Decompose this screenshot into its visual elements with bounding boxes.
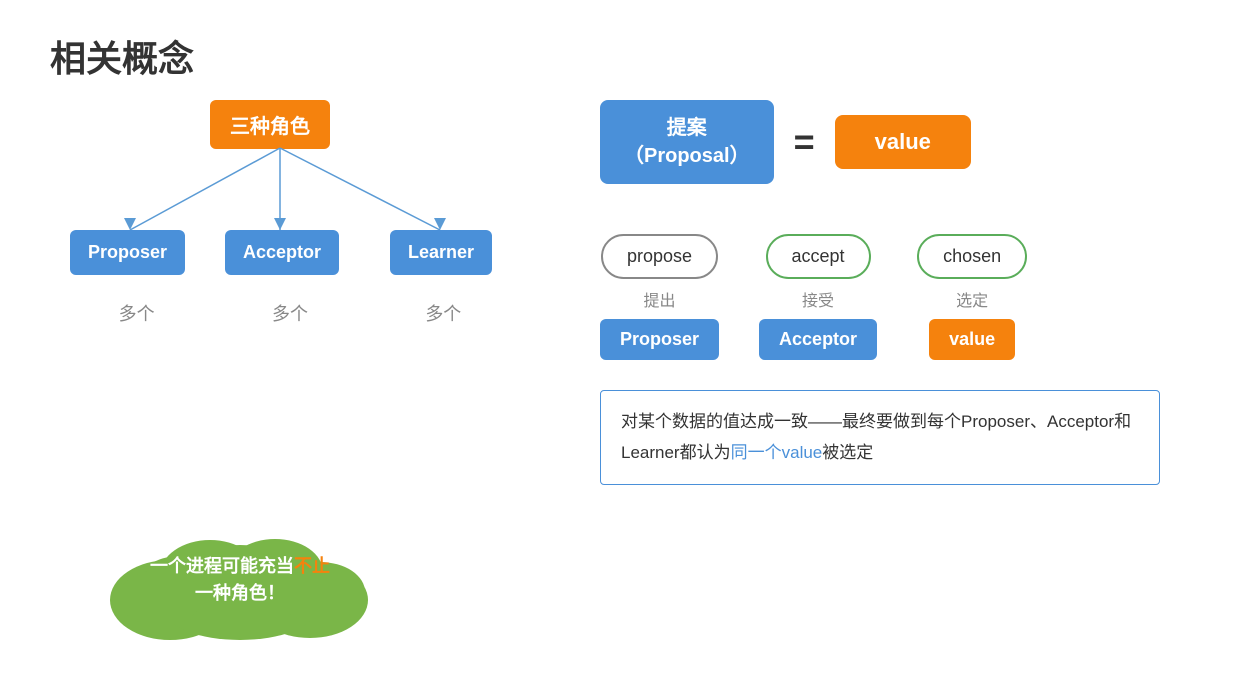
propose-oval: propose	[601, 234, 718, 279]
propose-label: 提出	[644, 287, 676, 311]
propose-actor: Proposer	[600, 319, 719, 360]
page-title: 相关概念	[50, 30, 194, 82]
summary-box: 对某个数据的值达成一致——最终要做到每个Proposer、Acceptor和Le…	[600, 390, 1160, 485]
chosen-actor: value	[929, 319, 1015, 360]
cloud-container: 一个进程可能充当不止一种角色！	[80, 520, 400, 640]
action-col-accept: accept 接受 Acceptor	[759, 234, 877, 360]
tree-node-proposer: Proposer	[70, 230, 185, 275]
action-col-propose: propose 提出 Proposer	[600, 234, 719, 360]
right-section: 提案 （Proposal） = value propose 提出 Propose…	[600, 100, 1200, 485]
tree-labels-row: 多个 多个 多个	[50, 300, 530, 326]
proposal-line1: 提案	[667, 117, 707, 139]
acceptor-sublabel: 多个	[230, 300, 350, 326]
tree-root-node: 三种角色	[210, 100, 330, 149]
equals-sign: =	[794, 121, 815, 163]
actions-section: propose 提出 Proposer accept 接受 Acceptor c…	[600, 234, 1200, 360]
chosen-label: 选定	[956, 287, 988, 311]
accept-actor: Acceptor	[759, 319, 877, 360]
proposal-box: 提案 （Proposal）	[600, 100, 774, 184]
chosen-oval: chosen	[917, 234, 1027, 279]
accept-label: 接受	[802, 287, 834, 311]
cloud-highlight: 不止	[294, 556, 330, 576]
left-section: 三种角色 Proposer Acceptor Learner 多个 多个 多个	[50, 100, 570, 360]
tree-diagram: 三种角色 Proposer Acceptor Learner 多个 多个 多个	[50, 100, 530, 340]
proposal-row: 提案 （Proposal） = value	[600, 100, 1200, 184]
summary-highlight: 同一个value	[731, 443, 823, 462]
tree-node-acceptor: Acceptor	[225, 230, 339, 275]
learner-sublabel: 多个	[383, 300, 503, 326]
proposal-line2: （Proposal）	[624, 145, 750, 167]
cloud-text: 一个进程可能充当不止一种角色！	[125, 553, 355, 607]
tree-node-learner: Learner	[390, 230, 492, 275]
action-col-chosen: chosen 选定 value	[917, 234, 1027, 360]
value-box: value	[835, 115, 971, 169]
accept-oval: accept	[766, 234, 871, 279]
proposer-sublabel: 多个	[77, 300, 197, 326]
